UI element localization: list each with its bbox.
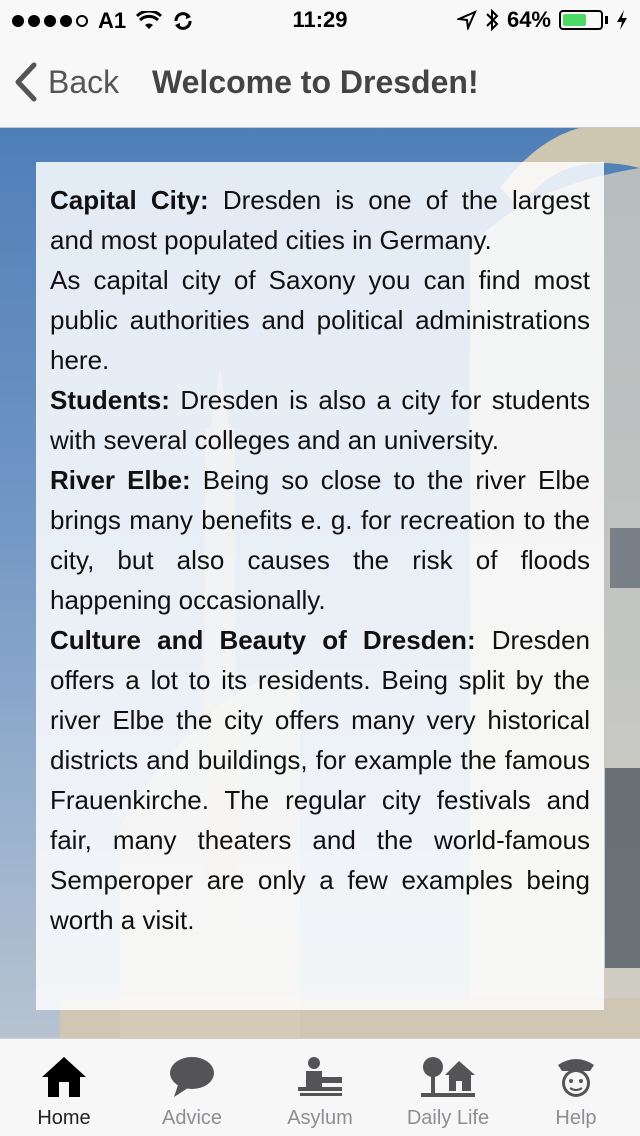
police-officer-icon <box>558 1059 594 1097</box>
page-title: Welcome to Dresden! <box>152 64 479 100</box>
bluetooth-icon <box>486 8 499 32</box>
section-heading: Culture and Beauty of Dresden: <box>50 625 476 655</box>
section-heading: Students: <box>50 385 170 415</box>
section-heading: Capital City: <box>50 185 209 215</box>
status-right: 64% <box>456 7 628 33</box>
tab-advice[interactable]: Advice <box>128 1039 256 1136</box>
tab-help[interactable]: Help <box>512 1039 640 1136</box>
tab-label: Asylum <box>287 1107 353 1129</box>
tab-asylum[interactable]: Asylum <box>256 1039 384 1136</box>
charging-icon <box>617 10 627 30</box>
status-bar: A1 11:29 64% <box>0 0 640 40</box>
battery-percent: 64% <box>506 7 551 32</box>
battery-fill <box>563 14 586 26</box>
tab-daily-life[interactable]: Daily Life <box>384 1039 512 1136</box>
location-icon <box>456 10 477 30</box>
section-text: Dresden offers a lot to its residents. B… <box>50 625 590 935</box>
back-button[interactable]: Back <box>14 62 119 102</box>
tab-label: Daily Life <box>406 1107 490 1129</box>
section-students: Students: Dresden is also a city for stu… <box>50 380 590 460</box>
section-text: As capital city of Saxony you can find m… <box>50 265 590 375</box>
tab-label: Advice <box>161 1107 223 1129</box>
tab-label: Home <box>37 1107 91 1129</box>
tab-home[interactable]: Home <box>0 1039 128 1136</box>
section-capital-saxony: As capital city of Saxony you can find m… <box>50 260 590 380</box>
navigation-bar: Back Welcome to Dresden! <box>0 40 640 128</box>
section-culture: Culture and Beauty of Dresden: Dresden o… <box>50 620 590 940</box>
section-river-elbe: River Elbe: Being so close to the river … <box>50 460 590 620</box>
chevron-left-icon <box>15 62 37 102</box>
home-icon <box>42 1057 86 1097</box>
back-label: Back <box>48 63 120 100</box>
battery-icon <box>559 10 603 30</box>
battery-tip <box>605 16 608 24</box>
section-heading: River Elbe: <box>50 465 191 495</box>
tree-house-icon <box>421 1057 475 1097</box>
info-card: Capital City: Dresden is one of the larg… <box>36 162 604 1010</box>
desk-person-icon <box>298 1057 342 1096</box>
section-capital-city: Capital City: Dresden is one of the larg… <box>50 180 590 260</box>
tab-label: Help <box>555 1107 597 1129</box>
speech-bubble-icon <box>170 1057 214 1097</box>
tab-bar: Home Advice Asylum Daily Life Help <box>0 1038 640 1136</box>
